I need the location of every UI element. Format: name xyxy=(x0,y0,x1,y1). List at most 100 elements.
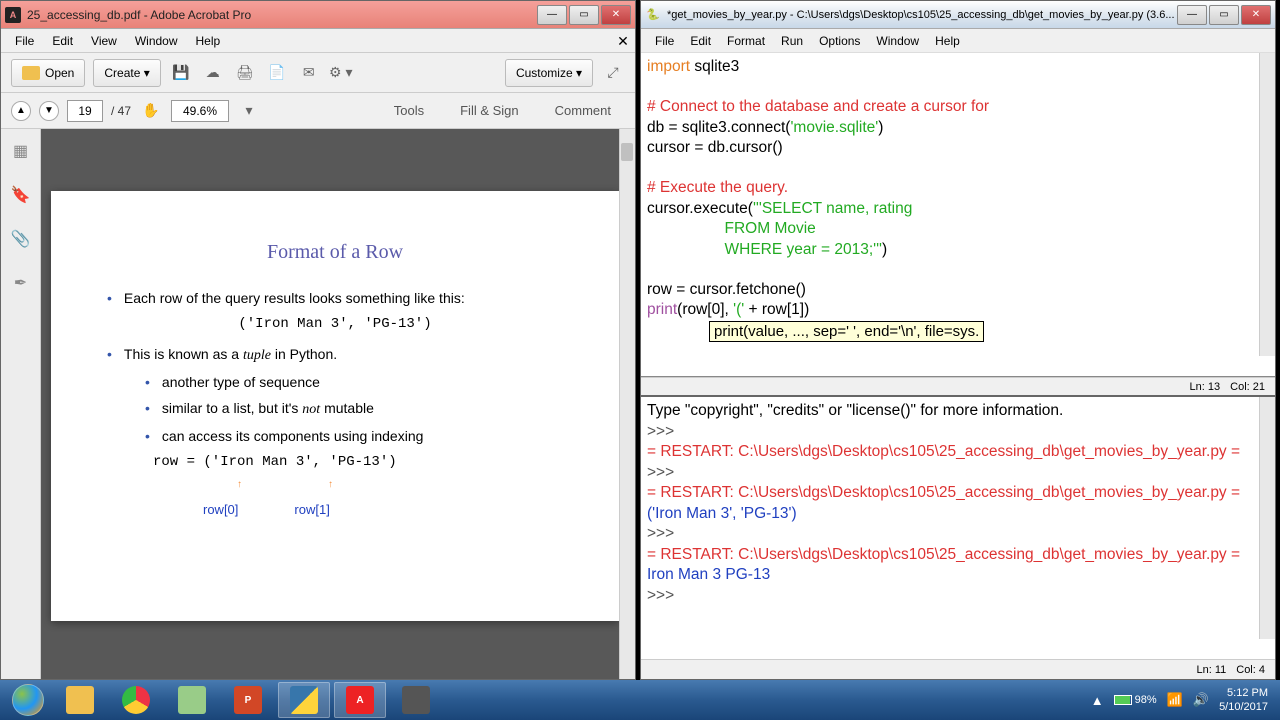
time: 5:12 PM xyxy=(1219,686,1268,700)
zoom-input[interactable] xyxy=(171,100,229,122)
menu-view[interactable]: View xyxy=(83,32,125,50)
signature-icon[interactable]: ✒ xyxy=(9,271,33,295)
calltip-tooltip: print(value, ..., sep=' ', end='\n', fil… xyxy=(709,321,984,343)
idle-window: 🐍 *get_movies_by_year.py - C:\Users\dgs\… xyxy=(640,0,1276,680)
clock[interactable]: 5:12 PM 5/10/2017 xyxy=(1219,686,1268,714)
menu-file[interactable]: File xyxy=(7,32,42,50)
date: 5/10/2017 xyxy=(1219,700,1268,714)
pdf-sub-2: •similar to a list, but it's not mutable xyxy=(145,400,563,418)
save-icon[interactable]: 💾 xyxy=(169,61,193,85)
acrobat-titlebar[interactable]: A 25_accessing_db.pdf - Adobe Acrobat Pr… xyxy=(1,1,635,29)
page-icon[interactable]: 📄 xyxy=(265,61,289,85)
tab-tools[interactable]: Tools xyxy=(380,95,438,126)
scroll-thumb[interactable] xyxy=(621,143,633,161)
task-powerpoint[interactable]: P xyxy=(222,682,274,718)
menu-file[interactable]: File xyxy=(647,32,682,50)
pdf-viewport[interactable]: Format of a Row •Each row of the query r… xyxy=(41,129,635,679)
pdf-code-1: ('Iron Man 3', 'PG-13') xyxy=(107,316,563,332)
close-button[interactable]: ✕ xyxy=(1241,5,1271,25)
tab-fill-sign[interactable]: Fill & Sign xyxy=(446,95,533,126)
zoom-dropdown-icon[interactable]: ▾ xyxy=(237,99,261,123)
tab-comment[interactable]: Comment xyxy=(541,95,625,126)
taskbar: P A ▲ 98% 📶 🔊 5:12 PM 5/10/2017 xyxy=(0,680,1280,720)
menu-window[interactable]: Window xyxy=(127,32,186,50)
shell-scrollbar[interactable] xyxy=(1259,397,1275,639)
task-chrome[interactable] xyxy=(110,682,162,718)
task-explorer[interactable] xyxy=(54,682,106,718)
acrobat-window: A 25_accessing_db.pdf - Adobe Acrobat Pr… xyxy=(0,0,636,680)
tray-up-icon[interactable]: ▲ xyxy=(1091,693,1104,708)
page-up-button[interactable]: ▲ xyxy=(11,101,31,121)
start-button[interactable] xyxy=(4,682,52,718)
minimize-button[interactable]: — xyxy=(537,5,567,25)
pdf-page: Format of a Row •Each row of the query r… xyxy=(51,191,619,621)
battery-indicator[interactable]: 98% xyxy=(1114,694,1157,706)
minimize-button[interactable]: — xyxy=(1177,5,1207,25)
python-icon xyxy=(290,686,318,714)
email-icon[interactable]: ✉ xyxy=(297,61,321,85)
task-notepad[interactable] xyxy=(166,682,218,718)
close-button[interactable]: ✕ xyxy=(601,5,631,25)
task-python[interactable] xyxy=(278,682,330,718)
idle-shell[interactable]: Type "copyright", "credits" or "license(… xyxy=(641,397,1275,659)
thumbnails-icon[interactable]: ▦ xyxy=(9,139,33,163)
print-icon[interactable]: 🖨 xyxy=(233,61,257,85)
folder-icon xyxy=(66,686,94,714)
task-acrobat[interactable]: A xyxy=(334,682,386,718)
python-file-icon: 🐍 xyxy=(645,7,661,23)
pdf-sub-3: •can access its components using indexin… xyxy=(145,428,563,444)
document-close-icon[interactable]: ✕ xyxy=(615,33,631,49)
arrow-up-icon: ↑ xyxy=(328,479,333,490)
pdf-indexes: row[0] row[1] xyxy=(203,502,563,517)
attachment-icon[interactable]: 📎 xyxy=(9,227,33,251)
editor-scrollbar[interactable] xyxy=(1259,53,1275,356)
shell-line: Ln: 11 xyxy=(1196,664,1226,676)
folder-icon xyxy=(22,66,40,80)
idle-title: *get_movies_by_year.py - C:\Users\dgs\De… xyxy=(667,9,1177,21)
battery-icon xyxy=(1114,695,1132,705)
maximize-button[interactable]: ▭ xyxy=(1209,5,1239,25)
acrobat-sidebar: ▦ 🔖 📎 ✒ xyxy=(1,129,41,679)
menu-format[interactable]: Format xyxy=(719,32,773,50)
menu-help[interactable]: Help xyxy=(188,32,229,50)
menu-help[interactable]: Help xyxy=(927,32,968,50)
battery-percent: 98% xyxy=(1135,694,1157,706)
bookmark-icon[interactable]: 🔖 xyxy=(9,183,33,207)
editor-statusbar: Ln: 13 Col: 21 xyxy=(641,377,1275,397)
maximize-button[interactable]: ▭ xyxy=(569,5,599,25)
acrobat-navbar: ▲ ▼ / 47 ✋ ▾ Tools Fill & Sign Comment xyxy=(1,93,635,129)
open-button[interactable]: Open xyxy=(11,59,85,87)
hand-tool-icon[interactable]: ✋ xyxy=(139,99,163,123)
network-icon[interactable]: 📶 xyxy=(1167,692,1183,708)
pdf-heading: Format of a Row xyxy=(107,241,563,264)
pdf-code-2: row = ('Iron Man 3', 'PG-13') xyxy=(153,454,563,470)
volume-icon[interactable]: 🔊 xyxy=(1193,692,1209,708)
expand-icon[interactable]: ⤢ xyxy=(601,61,625,85)
task-app[interactable] xyxy=(390,682,442,718)
menu-options[interactable]: Options xyxy=(811,32,868,50)
acrobat-menubar: File Edit View Window Help ✕ xyxy=(1,29,635,53)
idle-editor[interactable]: import sqlite3 # Connect to the database… xyxy=(641,53,1275,377)
menu-run[interactable]: Run xyxy=(773,32,811,50)
row-index-1: row[1] xyxy=(294,502,329,517)
create-button[interactable]: Create ▾ xyxy=(93,59,160,87)
idle-titlebar[interactable]: 🐍 *get_movies_by_year.py - C:\Users\dgs\… xyxy=(641,1,1275,29)
editor-col: Col: 21 xyxy=(1230,381,1265,393)
gear-icon[interactable]: ⚙ ▾ xyxy=(329,61,353,85)
customize-button[interactable]: Customize ▾ xyxy=(505,59,593,87)
menu-window[interactable]: Window xyxy=(868,32,927,50)
page-number-input[interactable] xyxy=(67,100,103,122)
editor-line: Ln: 13 xyxy=(1190,381,1221,393)
menu-edit[interactable]: Edit xyxy=(682,32,719,50)
app-icon xyxy=(402,686,430,714)
cloud-icon[interactable]: ☁ xyxy=(201,61,225,85)
arrow-up-icon: ↑ xyxy=(237,479,242,490)
shell-col: Col: 4 xyxy=(1236,664,1265,676)
pdf-bullet-2: •This is known as a tuple in Python. xyxy=(107,346,563,364)
menu-edit[interactable]: Edit xyxy=(44,32,81,50)
notepad-icon xyxy=(178,686,206,714)
pdf-scrollbar[interactable] xyxy=(619,129,635,679)
windows-logo-icon xyxy=(12,684,44,716)
page-down-button[interactable]: ▼ xyxy=(39,101,59,121)
pdf-bullet-1: •Each row of the query results looks som… xyxy=(107,290,563,306)
